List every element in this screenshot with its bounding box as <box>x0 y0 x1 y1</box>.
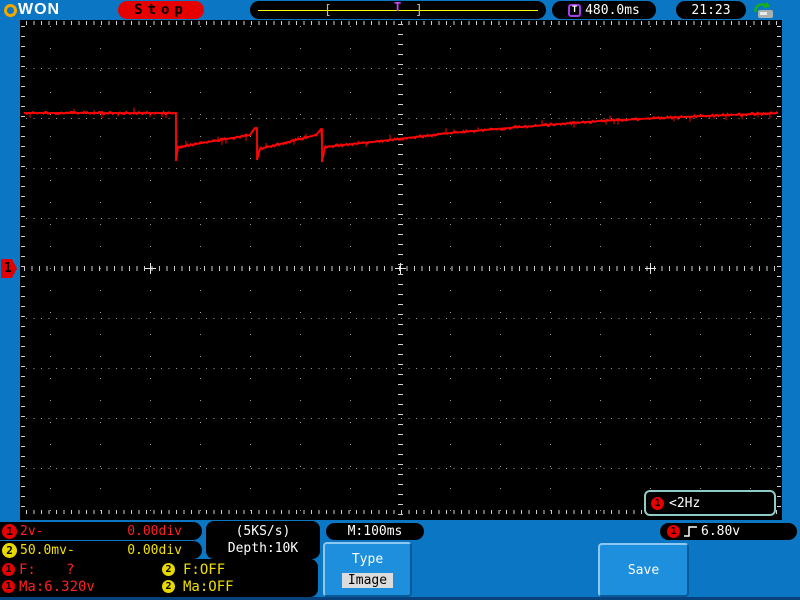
memory-depth: Depth:10K <box>227 541 299 556</box>
ch1-max-value: Ma:6.320v <box>19 578 95 595</box>
ch1-freq-label: F: <box>19 561 36 578</box>
ch2-badge: 2 <box>162 563 175 576</box>
type-button-value: Image <box>341 572 394 588</box>
ch1-scale: 2v- <box>20 523 44 539</box>
ch2-max-value: Ma:OFF <box>183 578 234 595</box>
measure-row-freq: 1 F: ? 2 F:OFF <box>2 561 318 578</box>
bottom-status-area: 1 2v- 0.00div 2 50.0mv- 0.00div (5KS/s) … <box>0 520 800 600</box>
save-button[interactable]: Save <box>598 543 689 597</box>
ch2-badge: 2 <box>2 542 17 558</box>
trigger-time-readout: T 480.0ms <box>552 1 656 19</box>
ch1-position: 0.00div <box>127 523 182 539</box>
logo-o-ring-icon <box>4 3 17 17</box>
ch2-readout: 2 50.0mv- 0.00div <box>0 541 202 559</box>
usb-save-icon <box>754 2 773 18</box>
measure-row-max: 1 Ma:6.320v 2 Ma:OFF <box>2 578 318 595</box>
ch2-badge: 2 <box>162 580 175 593</box>
ch1-badge: 1 <box>2 563 15 576</box>
logo-text: WON <box>18 1 61 18</box>
ch1-readout: 1 2v- 0.00div <box>0 522 202 540</box>
scope-display <box>20 20 782 520</box>
frequency-value: <2Hz <box>669 495 701 511</box>
frequency-counter: 1 <2Hz <box>644 490 776 516</box>
type-menu-button[interactable]: Type Image <box>323 542 412 597</box>
save-button-label: Save <box>627 562 660 578</box>
channel1-position-marker[interactable]: 1 <box>1 259 17 278</box>
measurements-box: 1 F: ? 2 F:OFF 1 Ma:6.320v 2 Ma:OFF <box>0 559 318 597</box>
timebase-readout: M:100ms <box>326 523 424 540</box>
channel1-badge: 1 <box>651 496 664 510</box>
ch2-freq-value: F:OFF <box>183 561 226 578</box>
sample-rate: (5KS/s) <box>235 524 291 539</box>
trigger-position-marker: T <box>394 0 402 14</box>
clock: 21:23 <box>676 1 746 19</box>
sample-rate-box: (5KS/s) Depth:10K <box>206 521 320 559</box>
trigger-t-icon: T <box>568 3 582 17</box>
ch2-scale: 50.0mv- <box>20 542 75 558</box>
rising-edge-icon <box>684 526 697 537</box>
window-right-bracket: ] <box>415 3 423 18</box>
ch1-badge: 1 <box>2 523 17 539</box>
ch2-position: 0.00div <box>127 542 182 558</box>
top-status-bar: WON Stop [ ] T T 480.0ms 21:23 <box>0 0 800 20</box>
trigger-level-readout: 1 6.80v <box>660 523 797 540</box>
trigger-time-value: 480.0ms <box>585 2 640 18</box>
memory-position-bar[interactable]: [ ] T <box>250 0 546 19</box>
type-button-label: Type <box>351 551 384 567</box>
acquisition-status-stop[interactable]: Stop <box>118 1 204 19</box>
owon-logo: WON <box>4 1 60 19</box>
ch1-badge: 1 <box>2 580 15 593</box>
trigger-source-badge: 1 <box>667 525 680 538</box>
graticule-and-trace <box>21 21 781 515</box>
ch1-freq-value: ? <box>66 561 75 578</box>
window-left-bracket: [ <box>324 3 332 18</box>
trigger-level-value: 6.80v <box>701 524 741 539</box>
